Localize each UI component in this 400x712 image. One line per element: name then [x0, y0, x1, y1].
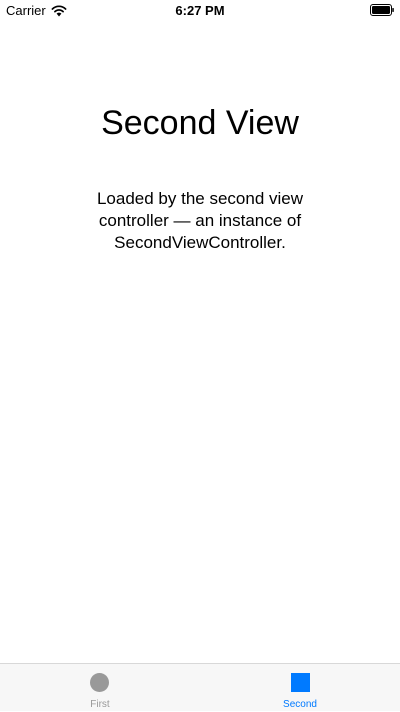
description-line: SecondViewController.: [114, 233, 286, 252]
tab-second-label: Second: [283, 699, 317, 710]
status-bar: Carrier 6:27 PM: [0, 0, 400, 22]
tab-first[interactable]: First: [0, 664, 200, 712]
page-title: Second View: [101, 104, 299, 142]
square-icon: [291, 673, 310, 692]
description-line: controller — an instance of: [98, 211, 302, 230]
tab-first-label: First: [90, 699, 110, 710]
tab-bar: First Second: [0, 663, 400, 711]
circle-icon: [90, 673, 109, 692]
status-time: 6:27 PM: [175, 3, 225, 18]
battery-icon: [370, 4, 394, 16]
description-text: Loaded by the second view controller — a…: [70, 188, 330, 254]
tab-second[interactable]: Second: [200, 664, 400, 712]
description-line: Loaded by the second view: [96, 189, 304, 208]
